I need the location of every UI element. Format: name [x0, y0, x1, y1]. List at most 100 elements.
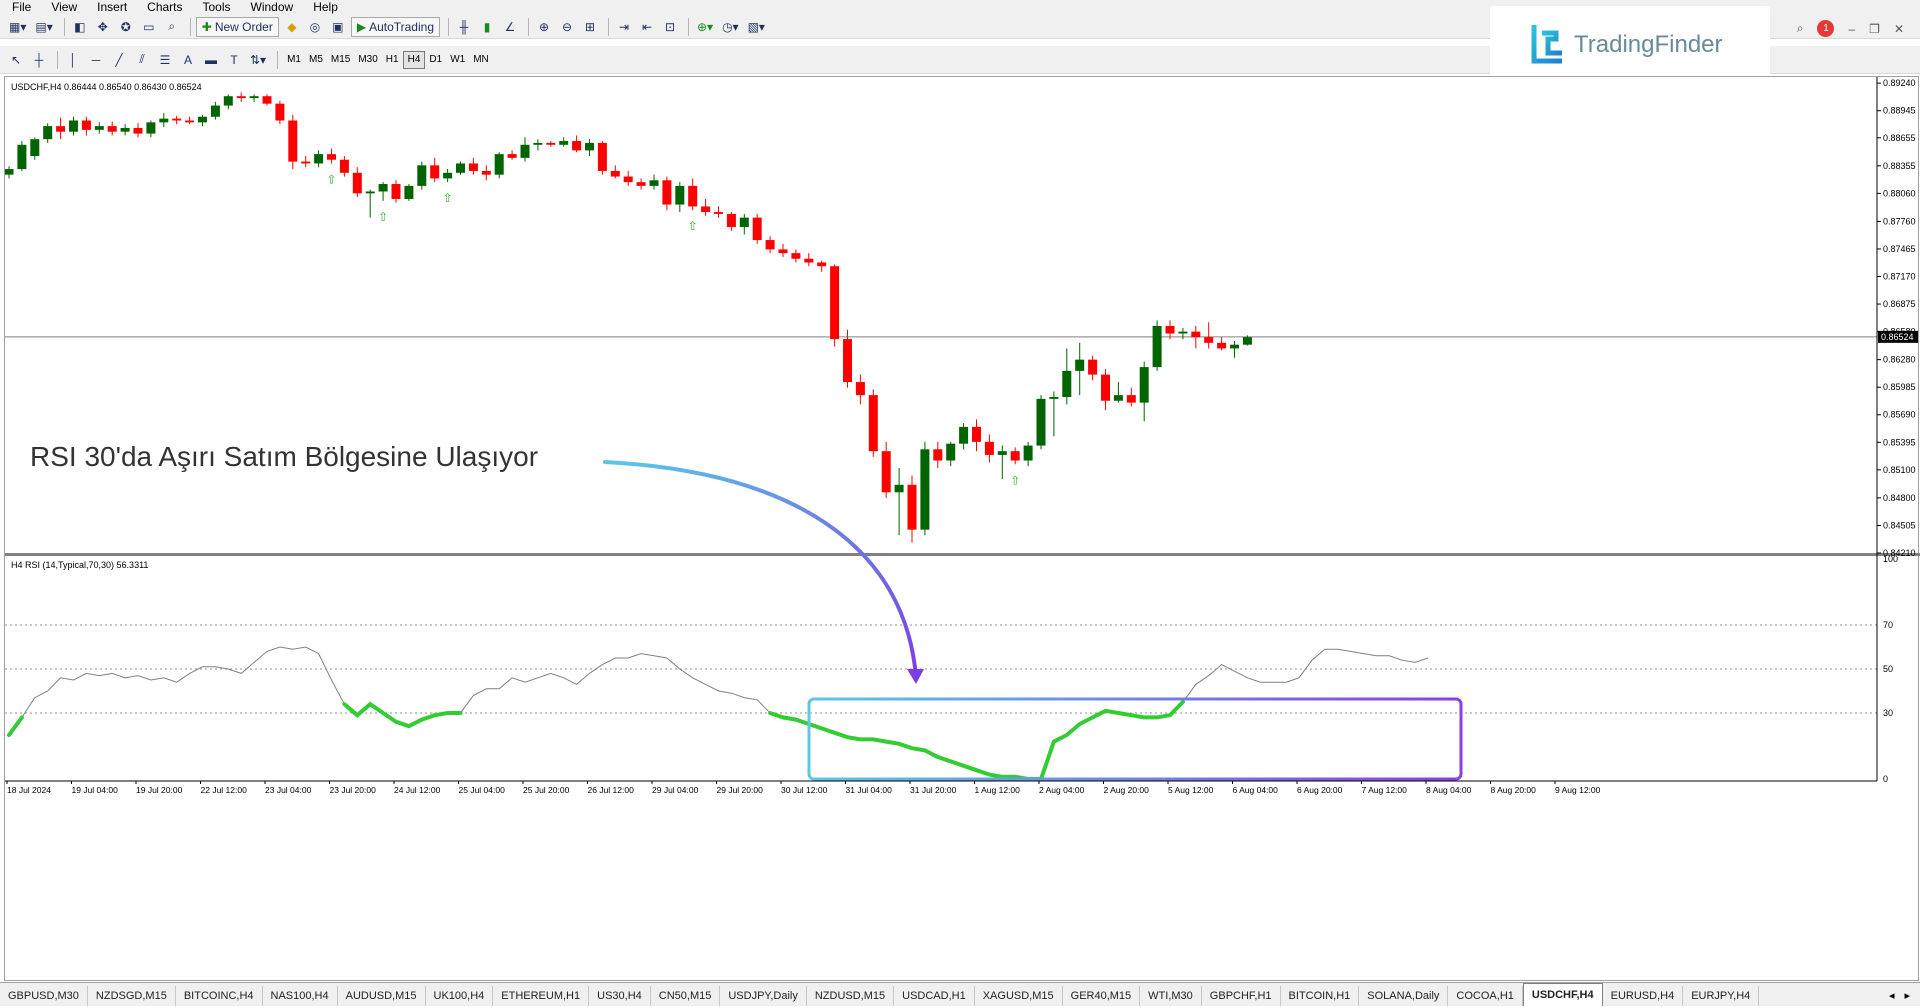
chart-tab[interactable]: US30,H4: [589, 986, 651, 1006]
chevron-right-icon[interactable]: ▸: [1904, 986, 1910, 1006]
chart-canvas[interactable]: ⇧⇧⇧⇧⇧ 1007050300 0.892400.889450.886550.…: [5, 77, 1920, 982]
bearish-candle: [56, 126, 65, 132]
bullish-candle: [211, 106, 220, 117]
market-watch-icon[interactable]: ◧: [70, 17, 90, 37]
chart-tab[interactable]: USDCAD,H1: [894, 986, 975, 1006]
grid-icon[interactable]: ⊡: [660, 17, 680, 37]
timeframe-m1[interactable]: M1: [283, 51, 305, 69]
timeframe-h4[interactable]: H4: [403, 51, 426, 69]
chart-tab[interactable]: NAS100,H4: [263, 986, 338, 1006]
bullish-candle: [1140, 367, 1149, 402]
strategy-tester-icon[interactable]: ⌕: [162, 17, 182, 37]
chart-tab[interactable]: EURUSD,H4: [1603, 986, 1684, 1006]
chart-tab[interactable]: UK100,H4: [426, 986, 494, 1006]
chart-tab[interactable]: BITCOIN,H1: [1281, 986, 1360, 1006]
chart-shift-icon[interactable]: ⇥: [614, 17, 634, 37]
chart-tab[interactable]: GBPUSD,M30: [0, 986, 88, 1006]
channel-icon[interactable]: ⫽: [132, 50, 152, 70]
panel-separator: [5, 553, 1920, 556]
chart-tab[interactable]: NZDSGD,M15: [88, 986, 176, 1006]
indicators-icon[interactable]: ⊕▾: [694, 17, 716, 37]
text-label-icon[interactable]: T: [224, 50, 244, 70]
timeframe-mn[interactable]: MN: [469, 51, 493, 69]
arrows-icon[interactable]: ⇅▾: [247, 50, 269, 70]
time-tick-label: 6 Aug 20:00: [1297, 785, 1343, 795]
timeframe-h1[interactable]: H1: [382, 51, 403, 69]
options-icon[interactable]: ◎: [305, 17, 325, 37]
search-icon[interactable]: ⌕: [1797, 21, 1804, 36]
menu-tools[interactable]: Tools: [195, 0, 243, 15]
menu-insert[interactable]: Insert: [89, 0, 139, 15]
price-tick-label: 0.88655: [1883, 133, 1916, 143]
chart-tab[interactable]: GER40,M15: [1063, 986, 1141, 1006]
rsi-tick-label: 50: [1883, 664, 1893, 674]
timeframe-w1[interactable]: W1: [446, 51, 469, 69]
chart-tab[interactable]: CN50,M15: [651, 986, 721, 1006]
annotation-text: RSI 30'da Aşırı Satım Bölgesine Ulaşıyor: [30, 441, 538, 472]
bearish-candle: [1217, 343, 1226, 349]
chart-tab[interactable]: ETHEREUM,H1: [493, 986, 589, 1006]
current-price-label: 0.86524: [1881, 332, 1914, 342]
tab-scroll-controls[interactable]: ◂▸: [1889, 986, 1920, 1006]
periods-icon[interactable]: ◷▾: [719, 17, 742, 37]
label-icon[interactable]: ▬: [201, 50, 221, 70]
rsi-oversold-segment: [9, 717, 22, 735]
bar-chart-icon[interactable]: ╫: [454, 17, 474, 37]
zoom-in-icon[interactable]: ⊕: [534, 17, 554, 37]
timeframe-m15[interactable]: M15: [327, 51, 354, 69]
text-icon[interactable]: A: [178, 50, 198, 70]
crosshair-icon[interactable]: ┼: [29, 50, 49, 70]
cursor-icon[interactable]: ↖: [6, 50, 26, 70]
chart-tab[interactable]: BITCOINC,H4: [176, 986, 263, 1006]
notification-badge[interactable]: 1: [1817, 20, 1834, 37]
bullish-candle: [559, 141, 568, 145]
bullish-candle: [1062, 371, 1071, 397]
chart-tab[interactable]: WTI,M30: [1140, 986, 1202, 1006]
navigator-icon[interactable]: ✪: [116, 17, 136, 37]
menu-view[interactable]: View: [43, 0, 89, 15]
menu-window[interactable]: Window: [243, 0, 306, 15]
chart-tab[interactable]: USDCHF,H4: [1523, 983, 1603, 1006]
tile-windows-icon[interactable]: ⊞: [580, 17, 600, 37]
autotrading-button[interactable]: ▶AutoTrading: [351, 17, 440, 37]
data-window-icon[interactable]: ✥: [93, 17, 113, 37]
toolbar-separator: [64, 18, 65, 36]
chart-tab[interactable]: AUDUSD,M15: [338, 986, 426, 1006]
horizontal-line-icon[interactable]: ─: [86, 50, 106, 70]
templates-icon[interactable]: ▧▾: [745, 17, 768, 37]
menu-charts[interactable]: Charts: [139, 0, 194, 15]
timeframe-m5[interactable]: M5: [305, 51, 327, 69]
candlestick-icon[interactable]: ▮: [477, 17, 497, 37]
bullish-candle: [1075, 360, 1084, 371]
chart-tab[interactable]: NZDUSD,M15: [807, 986, 894, 1006]
metaeditor-icon[interactable]: ◆: [282, 17, 302, 37]
chart-tab[interactable]: XAGUSD,M15: [975, 986, 1063, 1006]
menu-file[interactable]: File: [4, 0, 43, 15]
chart-tab[interactable]: COCOA,H1: [1448, 986, 1522, 1006]
chart-window[interactable]: ⇧⇧⇧⇧⇧ 1007050300 0.892400.889450.886550.…: [4, 76, 1919, 981]
timeframe-m30[interactable]: M30: [354, 51, 381, 69]
menu-help[interactable]: Help: [305, 0, 350, 15]
line-chart-icon[interactable]: ∠: [500, 17, 520, 37]
chart-tab[interactable]: USDJPY,Daily: [720, 986, 807, 1006]
zoom-out-icon[interactable]: ⊖: [557, 17, 577, 37]
autoscroll-icon[interactable]: ⇤: [637, 17, 657, 37]
chart-tab[interactable]: EURJPY,H4: [1683, 986, 1759, 1006]
timeframe-d1[interactable]: D1: [425, 51, 446, 69]
vertical-line-icon[interactable]: │: [63, 50, 83, 70]
minimize-icon[interactable]: –: [1848, 22, 1855, 36]
close-icon[interactable]: ✕: [1894, 22, 1904, 36]
fibonacci-icon[interactable]: ☰: [155, 50, 175, 70]
chart-tab[interactable]: SOLANA,Daily: [1359, 986, 1448, 1006]
price-tick-label: 0.85100: [1883, 465, 1916, 475]
chevron-left-icon[interactable]: ◂: [1889, 986, 1895, 1006]
signals-icon[interactable]: ▣: [328, 17, 348, 37]
trendline-icon[interactable]: ╱: [109, 50, 129, 70]
new-order-button[interactable]: ✚New Order: [196, 17, 279, 37]
terminal-icon[interactable]: ▭: [139, 17, 159, 37]
restore-icon[interactable]: ❐: [1869, 22, 1880, 36]
chart-tab[interactable]: GBPCHF,H1: [1202, 986, 1281, 1006]
toolbar-separator: [190, 18, 191, 36]
profiles-icon[interactable]: ▤▾: [32, 17, 55, 37]
new-chart-icon[interactable]: ▦▾: [6, 17, 29, 37]
